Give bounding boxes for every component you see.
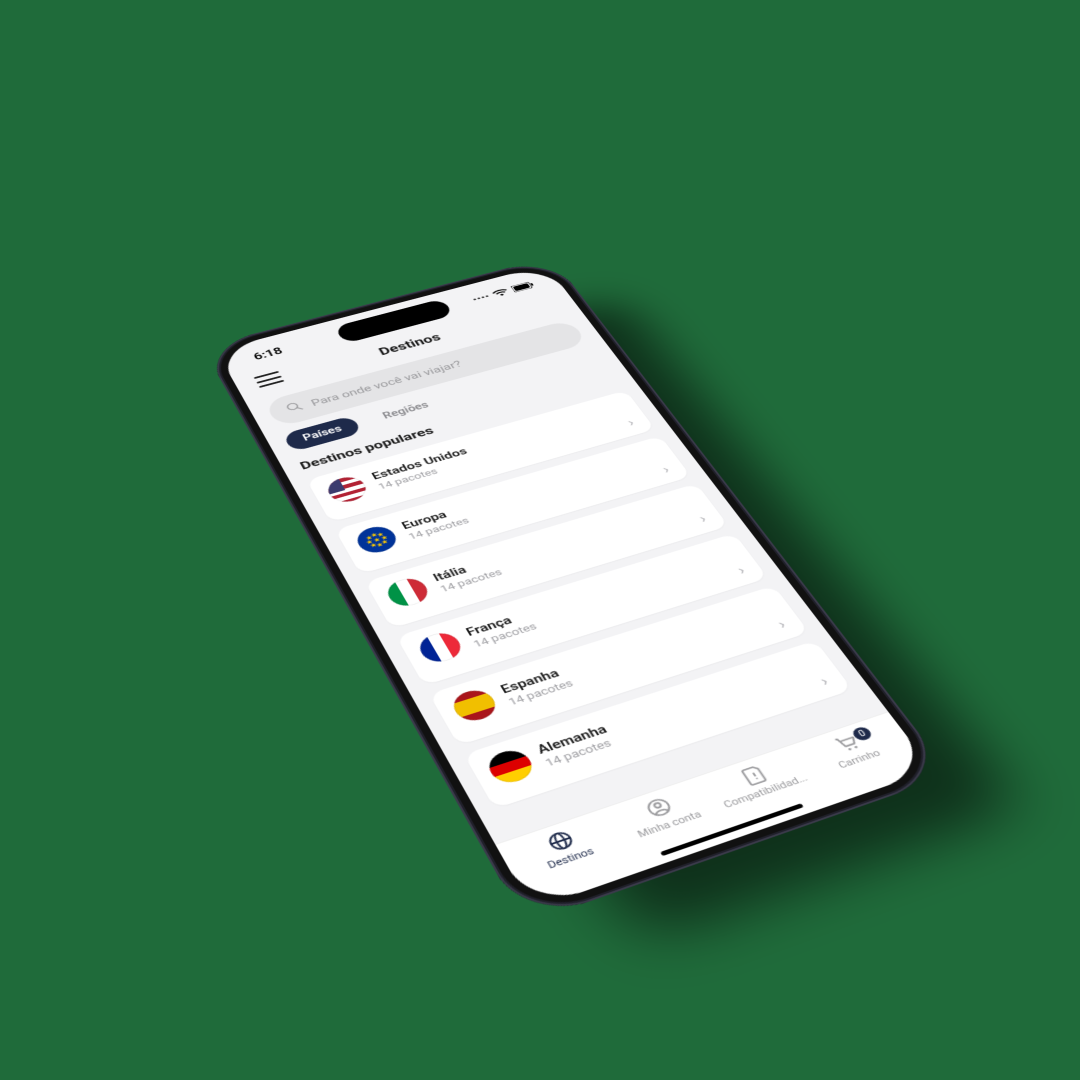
destination-name: Alemanha xyxy=(534,721,610,756)
nav-label: Minha conta xyxy=(635,809,703,840)
flag-icon xyxy=(323,474,371,506)
flag-icon xyxy=(382,575,433,610)
nav-destinos[interactable]: Destinos xyxy=(505,816,639,908)
nav-minha-conta[interactable]: Minha conta xyxy=(605,783,738,872)
destination-card[interactable]: Alemanha14 pacotes› xyxy=(464,640,853,808)
phone-mockup: 6:18 Desti xyxy=(202,257,951,924)
chevron-right-icon: › xyxy=(734,563,749,578)
destination-sub: 14 pacotes xyxy=(543,736,618,769)
destination-name: Itália xyxy=(430,554,497,583)
destination-name: Espanha xyxy=(498,664,568,696)
nav-label: Destinos xyxy=(545,845,596,871)
cart-icon xyxy=(831,732,864,755)
wifi-icon xyxy=(491,287,511,298)
destination-card[interactable]: França14 pacotes› xyxy=(396,533,768,685)
flag-icon xyxy=(352,523,401,557)
destination-name: França xyxy=(463,608,532,639)
destination-card[interactable]: Espanha14 pacotes› xyxy=(429,586,809,746)
nav-label: Carrinho xyxy=(836,747,883,770)
destination-sub: 14 pacotes xyxy=(506,677,575,708)
cart-badge: 0 xyxy=(850,725,874,742)
user-icon xyxy=(642,795,675,820)
chevron-right-icon: › xyxy=(816,673,832,689)
nav-compatibilidade[interactable]: Compatibilidad... xyxy=(702,751,834,838)
bottom-nav: Destinos Minha conta Compatibilidad... xyxy=(495,711,933,909)
nav-label: Compatibilidad... xyxy=(721,772,810,810)
destination-sub: 14 pacotes xyxy=(438,567,504,595)
nav-carrinho[interactable]: 0 Carrinho xyxy=(796,720,927,805)
flag-icon xyxy=(414,629,466,666)
flag-icon xyxy=(483,746,538,787)
home-indicator xyxy=(660,803,804,856)
flag-icon xyxy=(448,686,502,725)
search-icon xyxy=(284,400,307,416)
sim-icon xyxy=(738,763,771,787)
battery-icon xyxy=(510,281,536,293)
globe-icon xyxy=(544,828,577,853)
cellular-dots-icon xyxy=(473,295,489,300)
destination-sub: 14 pacotes xyxy=(471,621,539,650)
chevron-right-icon: › xyxy=(774,617,789,632)
menu-button[interactable] xyxy=(254,371,285,388)
status-time: 6:18 xyxy=(251,345,284,362)
